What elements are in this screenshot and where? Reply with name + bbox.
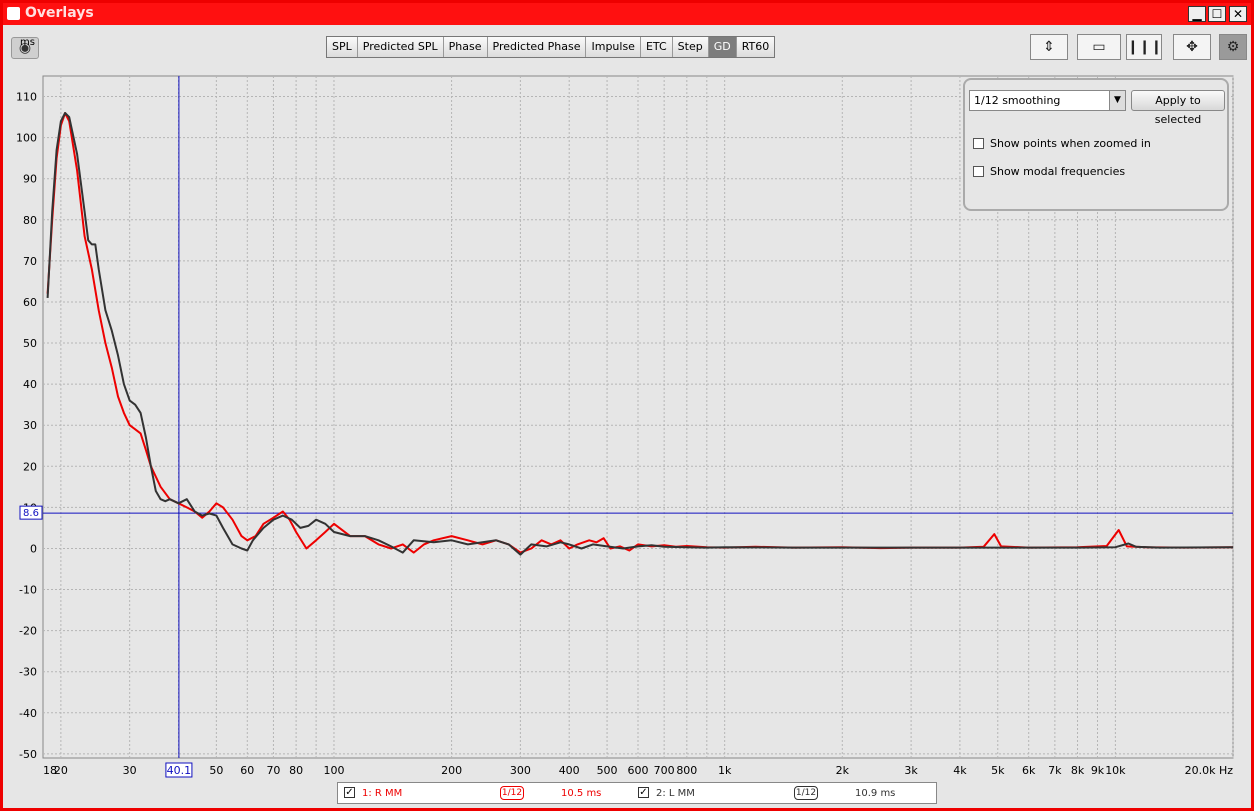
x-tick-label: 700 <box>654 764 675 777</box>
x-tick-label: 9k <box>1091 764 1105 777</box>
x-tick-label: 3k <box>904 764 918 777</box>
show-points-checkbox[interactable] <box>973 138 984 149</box>
cursor-x-label: 40.1 <box>167 764 192 777</box>
x-tick-label: 500 <box>597 764 618 777</box>
series-2-checkbox[interactable]: ✓ <box>638 787 649 798</box>
x-tick-label: 80 <box>289 764 303 777</box>
x-tick-label: 8k <box>1071 764 1085 777</box>
y-tick-label: 20 <box>23 460 37 473</box>
show-points-label: Show points when zoomed in <box>990 137 1151 150</box>
show-modal-checkbox[interactable] <box>973 166 984 177</box>
x-tick-label: 60 <box>240 764 254 777</box>
show-modal-label: Show modal frequencies <box>990 165 1126 178</box>
x-tick-label: 4k <box>953 764 967 777</box>
x-tick-label: 200 <box>441 764 462 777</box>
options-panel: 1/12 smoothing ▼ Apply to selected Show … <box>963 78 1229 211</box>
series-1-name: 1: R MM <box>362 788 403 799</box>
apply-to-selected-button[interactable]: Apply to selected <box>1131 90 1225 126</box>
smoothing-value: 1/12 smoothing <box>974 94 1061 107</box>
y-tick-label: 100 <box>16 132 37 145</box>
x-tick-label: 100 <box>323 764 344 777</box>
cursor-y-label: 8.6 <box>23 508 39 519</box>
y-tick-label: 80 <box>23 214 37 227</box>
x-tick-label: 50 <box>209 764 223 777</box>
x-tick-label: 2k <box>836 764 850 777</box>
series-1-checkbox[interactable]: ✓ <box>344 787 355 798</box>
x-tick-label: 400 <box>559 764 580 777</box>
x-tick-label: 800 <box>676 764 697 777</box>
y-tick-label: 50 <box>23 337 37 350</box>
smoothing-select[interactable]: 1/12 smoothing ▼ <box>969 90 1126 111</box>
y-tick-label: 110 <box>16 91 37 104</box>
x-tick-label: 20.0k Hz <box>1185 764 1234 777</box>
y-tick-label: 40 <box>23 378 37 391</box>
x-tick-label: 300 <box>510 764 531 777</box>
y-tick-label: 60 <box>23 296 37 309</box>
series-1-value: 10.5 ms <box>561 788 602 799</box>
x-tick-label: 6k <box>1022 764 1036 777</box>
legend-bar: ✓ 1: R MM 1/12 10.5 ms ✓ 2: L MM 1/12 10… <box>337 782 937 804</box>
y-tick-label: 0 <box>30 542 37 555</box>
y-tick-label: -30 <box>19 666 37 679</box>
y-tick-label: -40 <box>19 707 37 720</box>
x-tick-label: 70 <box>266 764 280 777</box>
series-1-smoothing[interactable]: 1/12 <box>500 786 524 800</box>
y-tick-label: -20 <box>19 625 37 638</box>
y-tick-label: 70 <box>23 255 37 268</box>
x-tick-label: 600 <box>628 764 649 777</box>
x-tick-label: 20 <box>54 764 68 777</box>
x-tick-label: 1k <box>718 764 732 777</box>
x-tick-label: 7k <box>1048 764 1062 777</box>
x-tick-label: 5k <box>991 764 1005 777</box>
y-tick-label: -50 <box>19 748 37 761</box>
y-tick-label: -10 <box>19 584 37 597</box>
series-2-name: 2: L MM <box>656 788 695 799</box>
y-tick-label: 30 <box>23 419 37 432</box>
series-2-smoothing[interactable]: 1/12 <box>794 786 818 800</box>
y-tick-label: 90 <box>23 173 37 186</box>
series-2-value: 10.9 ms <box>855 788 896 799</box>
x-tick-label: 10k <box>1105 764 1126 777</box>
chevron-down-icon[interactable]: ▼ <box>1109 91 1125 110</box>
x-tick-label: 30 <box>123 764 137 777</box>
